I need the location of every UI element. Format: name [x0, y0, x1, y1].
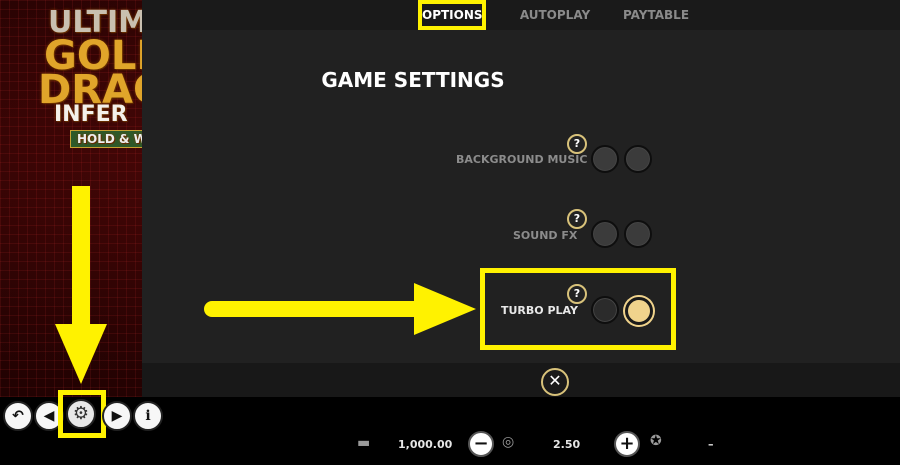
sound-fx-toggle-right[interactable] [624, 220, 652, 248]
tab-options[interactable]: OPTIONS [418, 0, 486, 30]
setting-label-turbo-play: TURBO PLAY [501, 304, 578, 317]
sound-fx-toggle-left[interactable] [591, 220, 619, 248]
annotation-arrow-right [204, 301, 418, 317]
plus-bet-button[interactable]: + [614, 431, 640, 457]
turbo-play-toggle-left[interactable] [591, 296, 619, 324]
logo-line-5: HOLD & W [70, 130, 142, 148]
info-icon[interactable]: i [133, 401, 163, 431]
win-value: – [708, 438, 714, 451]
annotation-arrow-down [72, 186, 90, 326]
close-button[interactable]: ✕ [541, 368, 569, 396]
gear-icon[interactable]: ⚙ [66, 399, 96, 429]
help-icon-turbo-play[interactable]: ? [567, 284, 587, 304]
back-icon[interactable]: ↶ [3, 401, 33, 431]
setting-label-sound-fx: SOUND FX [513, 229, 578, 242]
background-music-toggle-left[interactable] [591, 145, 619, 173]
balance-value: 1,000.00 [398, 438, 453, 451]
panel-footer [142, 363, 900, 397]
help-icon-background-music[interactable]: ? [567, 134, 587, 154]
annotation-arrow-right-head [414, 283, 476, 335]
help-icon-sound-fx[interactable]: ? [567, 209, 587, 229]
minus-bet-button[interactable]: − [468, 431, 494, 457]
tab-autoplay[interactable]: AUTOPLAY [518, 0, 592, 30]
tab-paytable[interactable]: PAYTABLE [622, 0, 690, 30]
turbo-play-toggle-right[interactable] [625, 297, 653, 325]
wallet-icon: ▬ [357, 435, 371, 451]
panel-tab-bar: OPTIONS AUTOPLAY PAYTABLE [142, 0, 900, 30]
annotation-arrow-down-head [55, 324, 107, 384]
bet-value: 2.50 [553, 438, 581, 451]
right-icon[interactable]: ▶ [102, 401, 132, 431]
panel-title: GAME SETTINGS [321, 68, 505, 92]
win-badge-icon: ✪ [650, 433, 662, 449]
coins-icon: ◎ [502, 434, 515, 450]
background-music-toggle-right[interactable] [624, 145, 652, 173]
setting-label-background-music: BACKGROUND MUSIC [456, 153, 588, 166]
